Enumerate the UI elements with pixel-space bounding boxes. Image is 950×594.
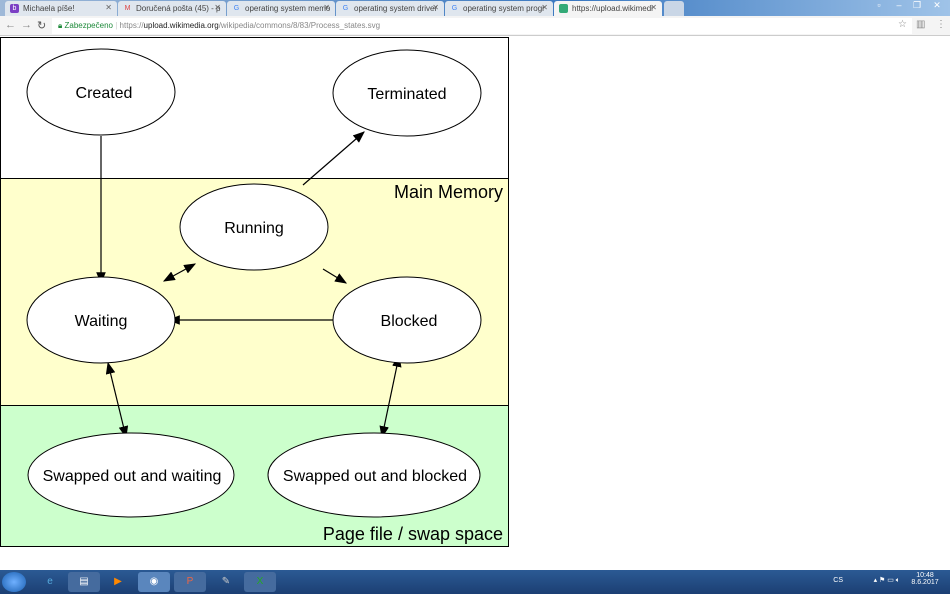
media-player-icon[interactable]: ▶ bbox=[102, 572, 134, 592]
close-icon[interactable]: ✕ bbox=[650, 3, 657, 12]
label-swapped-waiting: Swapped out and waiting bbox=[43, 468, 222, 485]
paint-icon[interactable]: ✎ bbox=[210, 572, 242, 592]
menu-icon[interactable]: ⋮ bbox=[936, 19, 946, 30]
language-indicator[interactable]: CS bbox=[833, 577, 843, 584]
extension-icon[interactable]: ▥ bbox=[916, 19, 925, 30]
label-terminated: Terminated bbox=[367, 86, 446, 103]
explorer-icon[interactable]: ▤ bbox=[68, 572, 100, 592]
close-window-button[interactable]: ✕ bbox=[928, 0, 946, 12]
wikimedia-icon bbox=[559, 4, 568, 13]
powerpoint-icon[interactable]: P bbox=[174, 572, 206, 592]
main-memory-label: Main Memory bbox=[394, 182, 503, 202]
taskbar: e ▤ ▶ ◉ P ✎ X CS ▴ ⚑ ▭ 🔈︎ 10:48 8.6.2017 bbox=[0, 570, 950, 594]
system-tray: CS ▴ ⚑ ▭ 🔈︎ 10:48 8.6.2017 bbox=[833, 572, 940, 586]
minimize-button[interactable]: – bbox=[890, 0, 908, 12]
label-created: Created bbox=[76, 85, 133, 102]
process-states-diagram: Main Memory Page file / swap space Creat… bbox=[0, 37, 509, 547]
clock[interactable]: 10:48 8.6.2017 bbox=[910, 572, 940, 586]
ie-icon[interactable]: e bbox=[34, 572, 66, 592]
user-icon[interactable]: ▫ bbox=[870, 0, 888, 12]
label-waiting: Waiting bbox=[75, 313, 128, 330]
restore-button[interactable]: ❐ bbox=[908, 0, 926, 12]
label-blocked: Blocked bbox=[381, 313, 438, 330]
chrome-icon[interactable]: ◉ bbox=[138, 572, 170, 592]
label-running: Running bbox=[224, 220, 284, 237]
tab-wikimedia[interactable]: https://upload.wikimedi ✕ bbox=[554, 1, 662, 16]
label-swapped-blocked: Swapped out and blocked bbox=[283, 468, 467, 485]
excel-icon[interactable]: X bbox=[244, 572, 276, 592]
new-tab-button[interactable] bbox=[664, 1, 684, 16]
close-icon[interactable]: ✕ bbox=[541, 3, 548, 12]
tray-icons[interactable]: ▴ ⚑ ▭ 🔈︎ bbox=[874, 576, 900, 585]
swap-space-label: Page file / swap space bbox=[323, 524, 503, 544]
star-icon[interactable]: ☆ bbox=[898, 19, 907, 30]
start-icon[interactable] bbox=[2, 572, 26, 592]
